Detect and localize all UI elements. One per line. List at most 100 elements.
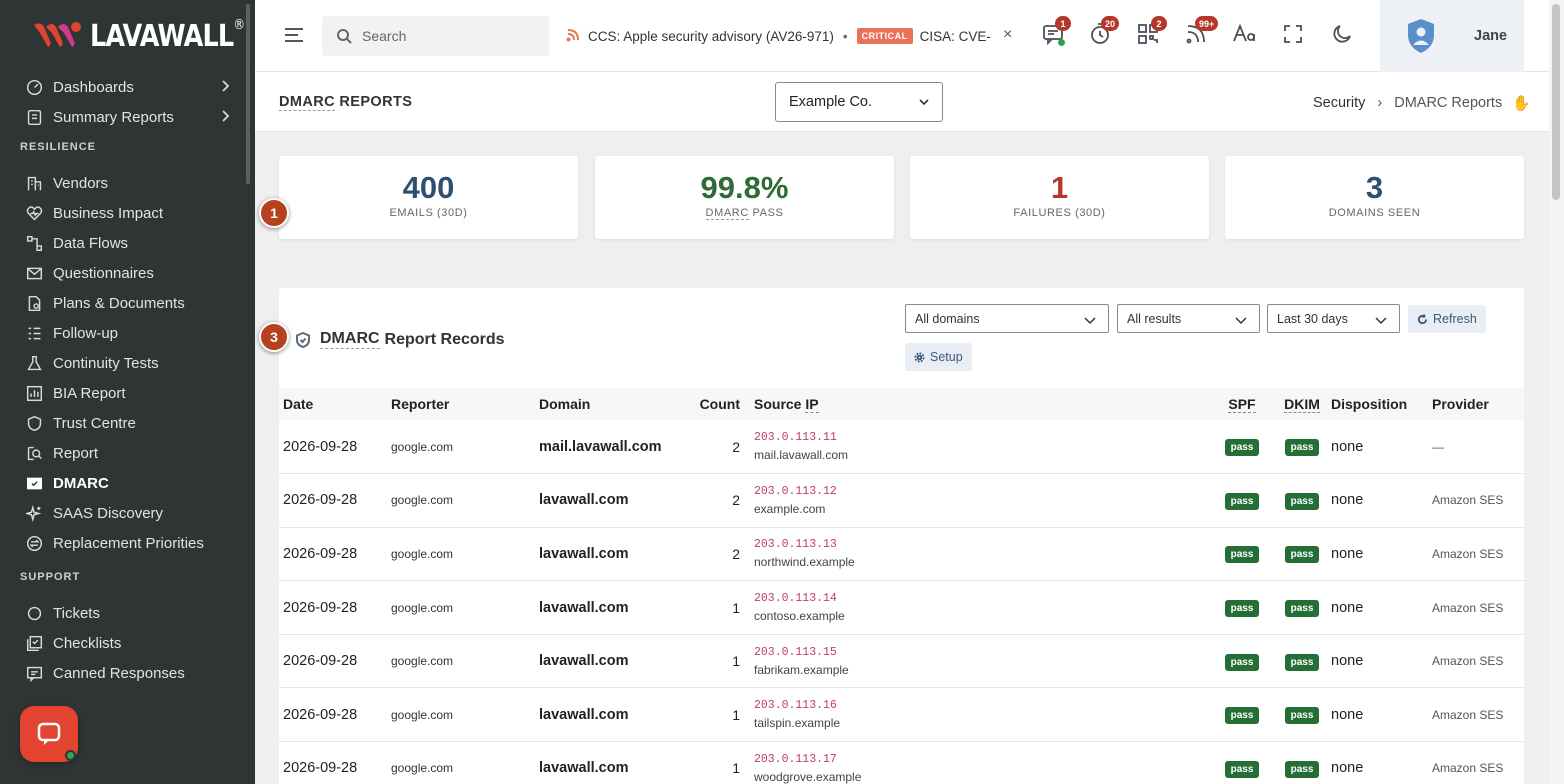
sidebar-item-follow-up[interactable]: Follow-up [0,318,248,348]
sidebar-item-report[interactable]: Report [0,438,248,468]
sidebar-item-bia-report[interactable]: BIA Report [0,378,248,408]
breadcrumb-security[interactable]: Security [1313,95,1365,111]
setup-button[interactable]: Setup [905,343,972,371]
building-icon [25,174,43,192]
chart-icon [25,384,43,402]
sidebar-item-canned-responses[interactable]: Canned Responses [0,658,248,688]
period-filter-value: Last 30 days [1277,311,1348,326]
refresh-button[interactable]: Refresh [1408,305,1486,333]
source-ip[interactable]: 203.0.113.14 [754,592,1203,605]
cell-disposition: none [1331,653,1364,670]
cell-reporter: google.com [391,439,454,454]
user-name: Jane [1474,28,1508,44]
col-dkim[interactable]: DKIM [1277,388,1327,420]
cell-domain: lavawall.com [539,545,629,562]
messages-icon[interactable]: 1 [1041,16,1071,48]
period-filter-select[interactable]: Last 30 days [1267,304,1400,333]
sidebar-item-label: Vendors [53,174,109,192]
timer-icon[interactable]: 20 [1088,16,1120,48]
font-size-icon[interactable] [1232,22,1258,48]
cell-spf: pass [1207,527,1277,581]
chevron-down-icon [1375,314,1387,326]
news-ticker[interactable]: CCS: Apple security advisory (AV26-971) … [566,24,991,48]
sidebar-item-trust-centre[interactable]: Trust Centre [0,408,248,438]
top-bar: CCS: Apple security advisory (AV26-971) … [255,0,1549,72]
sidebar-item-plans-documents[interactable]: Plans & Documents [0,288,248,318]
sidebar-item-label: Checklists [53,634,122,652]
cell-count: 1 [732,706,740,723]
col-reporter[interactable]: Reporter [387,388,535,420]
sidebar-item-vendors[interactable]: Vendors [0,168,248,198]
source-ip[interactable]: 203.0.113.15 [754,646,1203,659]
source-ip[interactable]: 203.0.113.16 [754,699,1203,712]
qr-code-icon[interactable]: 2 [1136,16,1167,48]
col-date[interactable]: Date [279,388,387,420]
table-row[interactable]: 2026-09-28 google.com lavawall.com 2 203.0.1… [279,474,1524,528]
source-ip[interactable]: 203.0.113.12 [754,485,1203,498]
cell-reporter: google.com [391,600,454,615]
stat-card-failures: 1 FAILURES (30D) [910,156,1209,239]
col-source-ip-text: Source [754,396,806,412]
cell-reporter: google.com [391,546,454,561]
sidebar-item-questionnaires[interactable]: Questionnaires [0,258,248,288]
col-count[interactable]: Count [685,388,750,420]
cell-provider: Amazon SES [1432,600,1504,615]
step-marker-3[interactable]: 3 [259,322,289,352]
ticker-item[interactable]: CISA: CVE-2026 [920,29,991,44]
step-marker-1[interactable]: 1 [259,198,289,228]
sidebar-item-replacement-priorities[interactable]: Replacement Priorities [0,528,248,558]
table-row[interactable]: 2026-09-28 google.com lavawall.com 1 203.0.1… [279,688,1524,742]
sidebar-item-checklists[interactable]: Checklists [0,628,248,658]
sidebar-item-label: SAAS Discovery [53,504,164,522]
col-provider[interactable]: Provider [1428,388,1524,420]
table-row[interactable]: 2026-09-28 google.com lavawall.com 1 203.0.1… [279,581,1524,635]
cell-spf: pass [1207,474,1277,528]
fullscreen-icon[interactable] [1281,22,1307,48]
organization-select[interactable]: Example Co. [775,82,943,122]
table-row[interactable]: 2026-09-28 google.com lavawall.com 1 203.0.1… [279,742,1524,784]
sidebar-item-business-impact[interactable]: Business Impact [0,198,248,228]
search-input[interactable] [362,28,532,44]
sidebar-item-dmarc[interactable]: DMARC [0,468,248,498]
dark-mode-icon[interactable] [1330,22,1356,48]
cell-date: 2026-09-28 [283,599,358,616]
source-ip[interactable]: 203.0.113.17 [754,753,1203,766]
sidebar-item-summary-reports[interactable]: Summary Reports [0,102,248,132]
search-box[interactable] [322,16,549,56]
source-ip[interactable]: 203.0.113.13 [754,538,1203,551]
document-icon [25,294,43,312]
cell-reporter: google.com [391,761,454,776]
table-row[interactable]: 2026-09-28 google.com mail.lavawall.com 2 20… [279,420,1524,474]
logo-wordmark: LAVAWALL® [90,16,245,54]
sidebar-item-continuity-tests[interactable]: Continuity Tests [0,348,248,378]
sidebar-item-dashboards[interactable]: Dashboards [0,72,248,102]
cell-spf: pass [1207,581,1277,635]
col-spf[interactable]: SPF [1207,388,1277,420]
ticker-item[interactable]: CCS: Apple security advisory (AV26-971) [588,29,834,44]
col-domain[interactable]: Domain [535,388,685,420]
scrollbar-thumb[interactable] [1552,4,1560,200]
dmarc-abbr: DMARC [279,94,335,111]
cell-reporter: google.com [391,707,454,722]
lavawall-logo[interactable]: LAVAWALL® [32,16,272,56]
feed-icon[interactable]: 99+ [1184,16,1219,48]
menu-toggle-icon[interactable] [283,24,305,46]
col-source-ip[interactable]: Source IP [750,388,1207,420]
sidebar-item-data-flows[interactable]: Data Flows [0,228,248,258]
cell-domain: lavawall.com [539,706,629,723]
user-menu[interactable]: Jane [1380,0,1524,72]
close-ticker-button[interactable]: × [1003,26,1012,44]
table-row[interactable]: 2026-09-28 google.com lavawall.com 2 203.0.1… [279,527,1524,581]
table-row[interactable]: 2026-09-28 google.com lavawall.com 1 203.0.1… [279,634,1524,688]
cell-disposition: none [1331,545,1364,562]
col-disposition[interactable]: Disposition [1327,388,1428,420]
domain-filter-select[interactable]: All domains [905,304,1109,333]
dkim-abbr: DKIM [1284,396,1320,413]
page-scrollbar[interactable] [1549,0,1564,784]
sidebar-item-tickets[interactable]: Tickets [0,598,248,628]
sidebar-item-saas-discovery[interactable]: SAAS Discovery [0,498,248,528]
result-filter-select[interactable]: All results [1117,304,1260,333]
source-ip[interactable]: 203.0.113.11 [754,431,1203,444]
cell-spf: pass [1207,742,1277,784]
cell-date: 2026-09-28 [283,760,358,777]
